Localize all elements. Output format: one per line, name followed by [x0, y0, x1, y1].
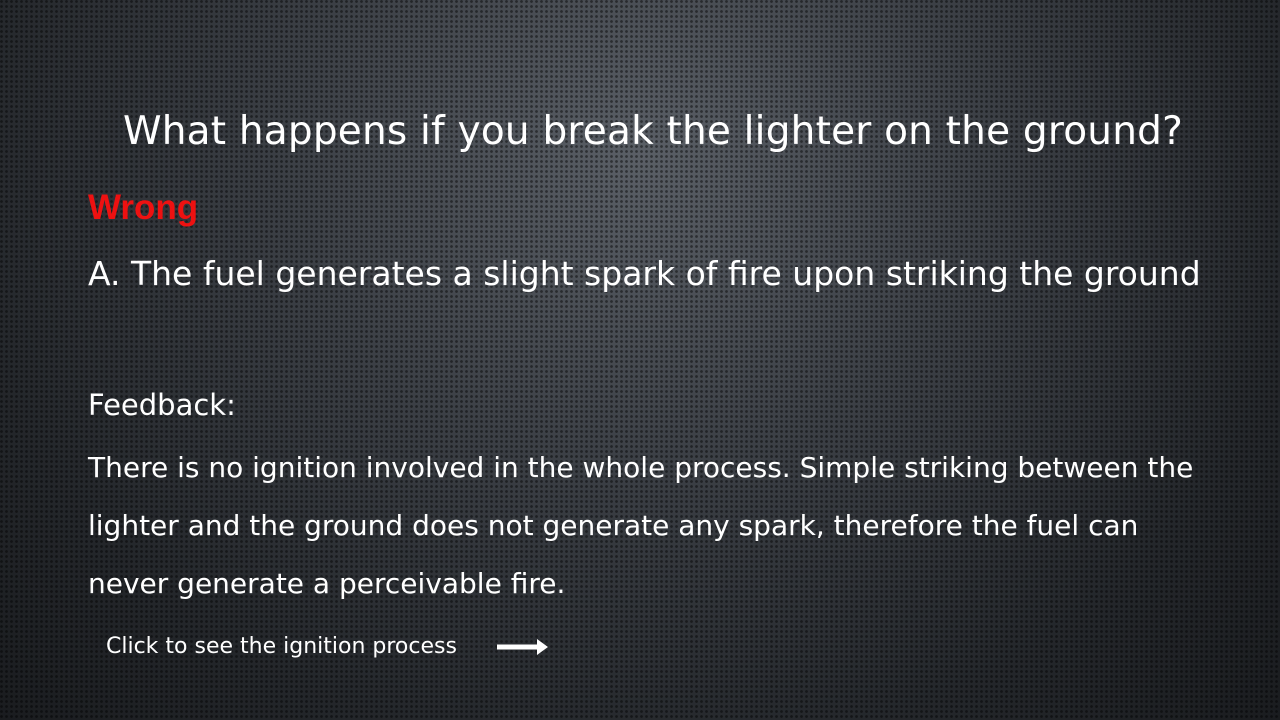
cta-label: Click to see the ignition process — [106, 634, 457, 659]
feedback-line: lighter and the ground does not generate… — [88, 509, 1139, 542]
feedback-line: There is no ignition involved in the who… — [88, 451, 1194, 484]
selected-answer: A. The fuel generates a slight spark of … — [88, 254, 1201, 293]
feedback-line: never generate a perceivable fire. — [88, 567, 566, 600]
feedback-body: There is no ignition involved in the who… — [88, 439, 1194, 613]
result-label-wrong: Wrong — [88, 188, 199, 227]
feedback-heading: Feedback: — [88, 388, 236, 422]
see-ignition-process-link[interactable]: Click to see the ignition process — [106, 634, 549, 659]
right-arrow-icon[interactable] — [495, 637, 549, 657]
question-title: What happens if you break the lighter on… — [123, 109, 1183, 154]
quiz-feedback-slide: What happens if you break the lighter on… — [0, 0, 1280, 720]
